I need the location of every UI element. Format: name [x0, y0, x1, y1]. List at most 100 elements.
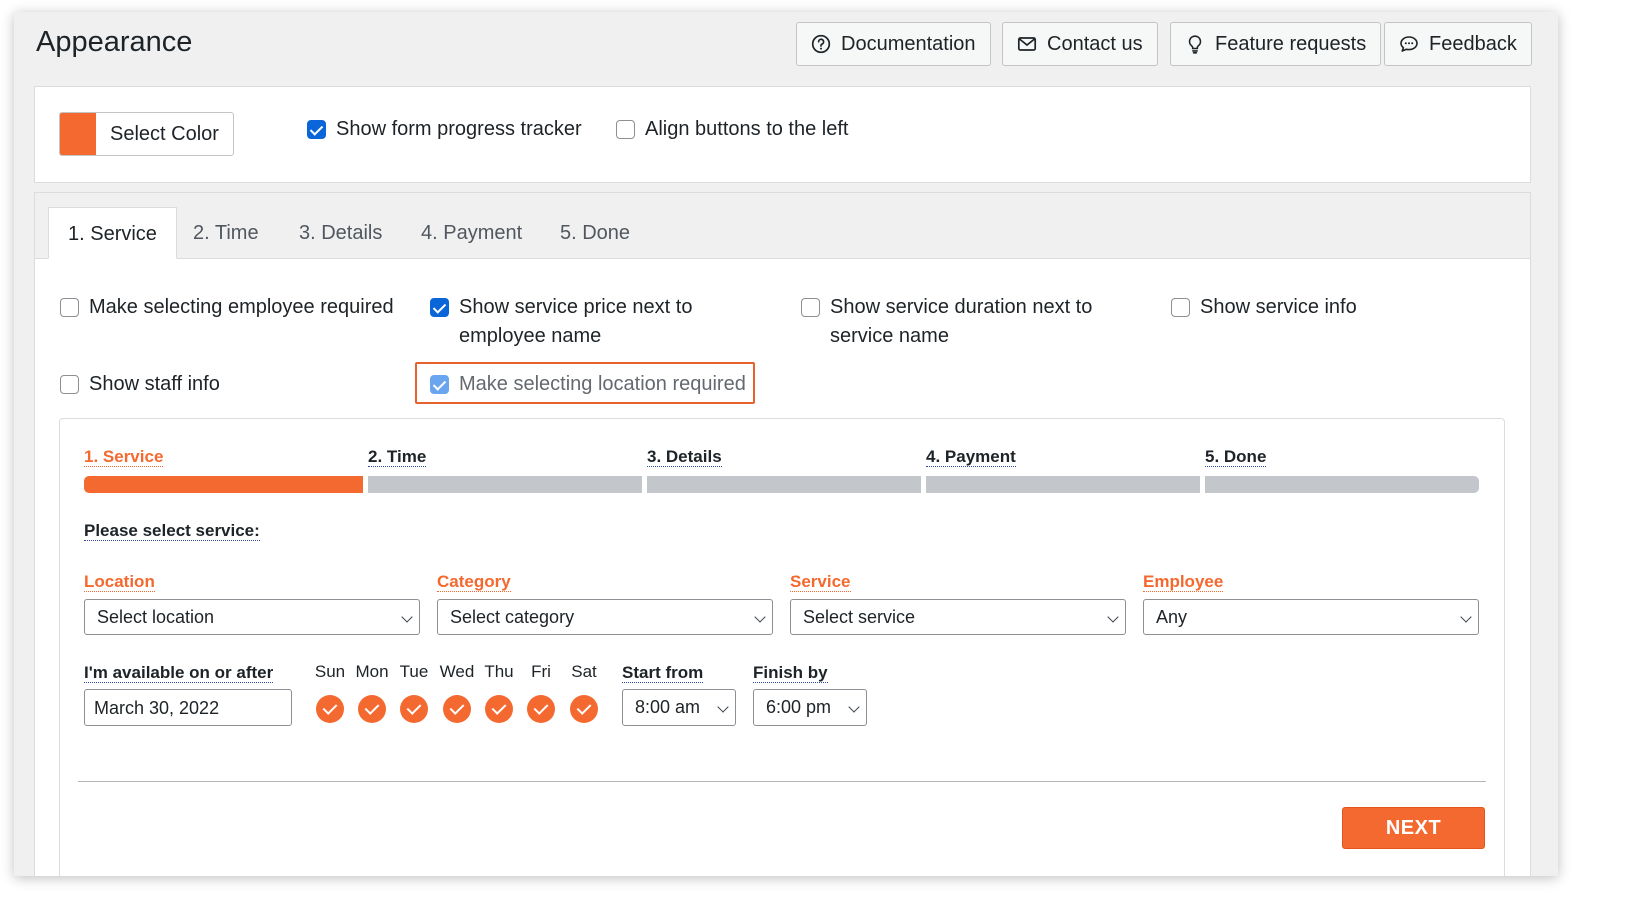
lightbulb-icon — [1188, 35, 1202, 54]
color-swatch — [60, 113, 96, 155]
select-color-button[interactable]: Select Color — [59, 112, 234, 156]
location-label: Location — [84, 572, 155, 592]
show-price-option[interactable]: Show service price next to employee name — [430, 293, 692, 351]
progress-step-time: 2. Time — [368, 447, 427, 467]
show-staff-info-label: Show staff info — [89, 373, 220, 395]
show-duration-label: Show service duration next to service na… — [830, 293, 1092, 351]
show-price-label-line1: Show service price next to — [459, 296, 693, 318]
progress-step-service: 1. Service — [84, 447, 164, 467]
day-label-sat: Sat — [571, 662, 597, 681]
tab-time[interactable]: 2. Time — [193, 207, 259, 258]
location-select-value: Select location — [97, 607, 215, 627]
next-button[interactable]: NEXT — [1342, 807, 1485, 849]
feature-requests-button[interactable]: Feature requests — [1170, 22, 1382, 66]
show-price-label-line2: employee name — [459, 325, 602, 347]
chevron-down-icon — [1107, 611, 1119, 623]
please-select-heading: Please select service: — [84, 521, 260, 541]
finish-by-select[interactable]: 6:00 pm — [753, 689, 867, 726]
show-price-label: Show service price next to employee name — [459, 293, 692, 351]
align-buttons-left-checkbox[interactable] — [616, 120, 635, 139]
feedback-label: Feedback — [1429, 32, 1517, 55]
tab-payment[interactable]: 4. Payment — [421, 207, 522, 258]
feature-requests-label: Feature requests — [1215, 32, 1367, 55]
documentation-button[interactable]: Documentation — [796, 22, 991, 66]
show-service-info-label: Show service info — [1200, 296, 1357, 318]
tab-service[interactable]: 1. Service — [48, 207, 177, 259]
finish-by-value: 6:00 pm — [766, 697, 832, 717]
category-select[interactable]: Select category — [437, 599, 773, 635]
location-required-label: Make selecting location required — [459, 373, 746, 395]
feedback-button[interactable]: Feedback — [1384, 22, 1532, 66]
day-label-tue: Tue — [399, 662, 429, 681]
employee-required-option[interactable]: Make selecting employee required — [60, 293, 394, 322]
chevron-down-icon — [754, 611, 766, 623]
day-label-sun: Sun — [314, 662, 346, 681]
select-color-label: Select Color — [110, 122, 219, 145]
progress-step-done: 5. Done — [1205, 447, 1267, 467]
category-label: Category — [437, 572, 511, 592]
show-staff-info-option[interactable]: Show staff info — [60, 370, 220, 399]
booking-form-preview: 1. Service 2. Time 3. Details 4. Payment… — [59, 418, 1505, 876]
chevron-down-icon — [1460, 611, 1472, 623]
day-checkbox-fri[interactable] — [527, 695, 555, 723]
day-checkbox-tue[interactable] — [400, 695, 428, 723]
tab-bar: 1. Service 2. Time 3. Details 4. Payment… — [35, 207, 1530, 259]
chevron-down-icon — [848, 701, 860, 713]
tab-details[interactable]: 3. Details — [299, 207, 382, 258]
day-checkbox-sat[interactable] — [570, 695, 598, 723]
contact-us-button[interactable]: Contact us — [1002, 22, 1158, 66]
location-required-option[interactable]: Make selecting location required — [430, 370, 746, 399]
day-checkbox-wed[interactable] — [443, 695, 471, 723]
finish-by-label: Finish by — [753, 663, 828, 683]
show-progress-tracker-label: Show form progress tracker — [336, 118, 582, 140]
progress-bar-details — [647, 476, 921, 493]
envelope-icon — [1017, 37, 1037, 51]
employee-label: Employee — [1143, 572, 1224, 592]
progress-bar-time — [368, 476, 642, 493]
day-checkbox-sun[interactable] — [316, 695, 344, 723]
location-select[interactable]: Select location — [84, 599, 420, 635]
tab-done[interactable]: 5. Done — [560, 207, 630, 258]
show-price-checkbox[interactable] — [430, 298, 449, 317]
day-label-thu: Thu — [484, 662, 514, 681]
show-progress-tracker-option[interactable]: Show form progress tracker — [307, 115, 582, 144]
day-label-wed: Wed — [439, 662, 475, 681]
start-from-select[interactable]: 8:00 am — [622, 689, 736, 726]
app-window: Appearance Documentation Contact us Feat… — [14, 12, 1558, 876]
show-staff-info-checkbox[interactable] — [60, 375, 79, 394]
employee-select[interactable]: Any — [1143, 599, 1479, 635]
service-select-value: Select service — [803, 607, 916, 627]
align-buttons-left-label: Align buttons to the left — [645, 118, 849, 140]
employee-required-label: Make selecting employee required — [89, 296, 394, 318]
day-label-fri: Fri — [531, 662, 551, 681]
progress-step-details: 3. Details — [647, 447, 722, 467]
contact-us-label: Contact us — [1047, 32, 1143, 55]
chevron-down-icon — [717, 701, 729, 713]
show-duration-option[interactable]: Show service duration next to service na… — [801, 293, 1092, 351]
progress-step-payment: 4. Payment — [926, 447, 1016, 467]
show-duration-label-line2: service name — [830, 325, 949, 347]
question-circle-icon — [811, 34, 831, 54]
available-on-label: I'm available on or after — [84, 663, 274, 683]
divider — [78, 781, 1486, 782]
day-checkbox-thu[interactable] — [485, 695, 513, 723]
show-duration-label-line1: Show service duration next to — [830, 296, 1093, 318]
employee-required-checkbox[interactable] — [60, 298, 79, 317]
date-input[interactable]: March 30, 2022 — [84, 689, 292, 726]
progress-bar-done — [1205, 476, 1479, 493]
show-duration-checkbox[interactable] — [801, 298, 820, 317]
progress-bar-payment — [926, 476, 1200, 493]
day-label-mon: Mon — [355, 662, 389, 681]
day-checkbox-mon[interactable] — [358, 695, 386, 723]
employee-select-value: Any — [1156, 607, 1188, 627]
show-service-info-checkbox[interactable] — [1171, 298, 1190, 317]
chevron-down-icon — [401, 611, 413, 623]
show-service-info-option[interactable]: Show service info — [1171, 293, 1357, 322]
start-from-label: Start from — [622, 663, 704, 683]
service-select[interactable]: Select service — [790, 599, 1126, 635]
show-progress-tracker-checkbox[interactable] — [307, 120, 326, 139]
location-required-checkbox[interactable] — [430, 375, 449, 394]
category-select-value: Select category — [450, 607, 575, 627]
progress-bar-service — [84, 476, 363, 493]
align-buttons-left-option[interactable]: Align buttons to the left — [616, 115, 848, 144]
